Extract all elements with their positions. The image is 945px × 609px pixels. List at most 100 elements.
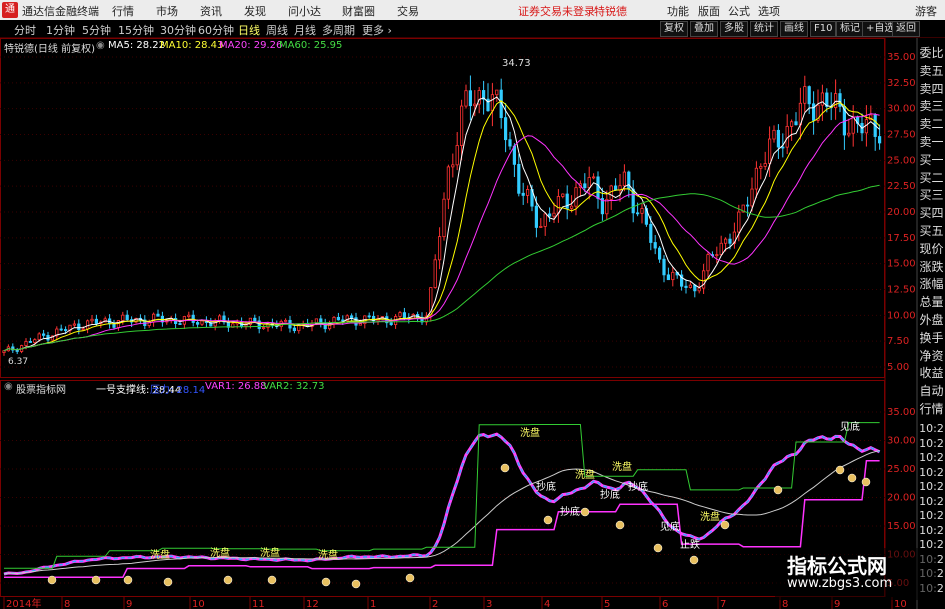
- candle-body: [534, 205, 539, 228]
- money-bag-icon: [861, 477, 871, 487]
- date-label: 4: [544, 599, 550, 609]
- money-bag-icon: [163, 577, 173, 587]
- side-label[interactable]: 收益: [918, 364, 945, 381]
- side-label[interactable]: 买三: [918, 186, 945, 203]
- main-y-tick: 5.00: [887, 362, 909, 373]
- signal-label: 洗盘: [150, 548, 170, 561]
- tick-time: 10:2: [919, 494, 944, 508]
- candle-body: [851, 116, 855, 134]
- candle-body: [596, 176, 600, 199]
- money-bag-icon: [47, 575, 57, 585]
- side-label[interactable]: 卖一: [918, 133, 945, 150]
- ind-y-tick: 30.00: [887, 436, 916, 447]
- kline-chart[interactable]: 35.0032.5030.0027.5025.0022.5020.0017.50…: [0, 0, 945, 609]
- main-y-tick: 25.00: [887, 155, 916, 166]
- money-bag-icon: [405, 573, 415, 583]
- main-y-tick: 10.00: [887, 310, 916, 321]
- money-bag-icon: [835, 465, 845, 475]
- side-label[interactable]: 换手: [918, 329, 945, 346]
- ind-y-tick: 35.00: [887, 407, 916, 418]
- main-y-tick: 7.50: [887, 336, 909, 347]
- candle-body: [349, 315, 354, 319]
- side-label[interactable]: 委比: [918, 44, 945, 61]
- signal-label: 洗盘: [612, 460, 632, 473]
- candle-body: [526, 189, 530, 196]
- candle-body: [341, 319, 345, 322]
- ma5-line: [3, 96, 880, 352]
- candle-body: [561, 193, 565, 197]
- candle-body: [697, 287, 701, 292]
- candle-body: [627, 171, 631, 190]
- candle-body: [261, 327, 266, 329]
- candle-body: [820, 92, 825, 106]
- money-bag-icon: [351, 579, 361, 589]
- side-label[interactable]: 总量: [918, 293, 945, 310]
- candle-body: [442, 198, 446, 238]
- side-label[interactable]: 涨跌: [918, 258, 945, 275]
- money-bag-icon: [653, 543, 663, 553]
- candle-body: [86, 320, 90, 330]
- candle-body: [574, 187, 578, 207]
- side-label[interactable]: 买二: [918, 169, 945, 186]
- candle-body: [521, 192, 525, 196]
- candle-body: [666, 274, 671, 281]
- main-y-tick: 17.50: [887, 233, 916, 244]
- main-y-tick: 27.50: [887, 130, 916, 141]
- candle-body: [737, 211, 741, 233]
- candle-body: [548, 213, 552, 217]
- date-label: 11: [252, 599, 265, 609]
- candle-body: [459, 105, 464, 146]
- candle-body: [649, 223, 653, 243]
- candle-body: [803, 86, 807, 104]
- side-label[interactable]: 涨幅: [918, 275, 945, 292]
- candle-body: [464, 90, 468, 107]
- side-label[interactable]: 现价: [918, 240, 945, 257]
- date-label: 8: [64, 599, 70, 609]
- candle-body: [570, 205, 574, 209]
- indicator-name: 股票指标网: [16, 385, 66, 396]
- candle-body: [592, 176, 596, 179]
- signal-label: 洗盘: [260, 546, 280, 559]
- money-bag-icon: [123, 575, 133, 585]
- side-label[interactable]: 卖四: [918, 80, 945, 97]
- candle-body: [754, 167, 759, 190]
- date-label: 5: [604, 599, 610, 609]
- circle-settings-icon[interactable]: ◉: [96, 40, 105, 51]
- side-label[interactable]: 外盘: [918, 311, 945, 328]
- pressure-value: 压力: 28.14: [150, 385, 206, 396]
- date-label: 1: [370, 599, 376, 609]
- ma60-line: [3, 184, 880, 352]
- candle-body: [336, 316, 341, 321]
- signal-label: 止跌: [680, 538, 700, 551]
- side-label[interactable]: 卖三: [918, 97, 945, 114]
- candle-body: [490, 94, 495, 112]
- main-y-tick: 35.00: [887, 52, 916, 63]
- side-label[interactable]: 净资: [918, 347, 945, 364]
- signal-label: 抄底: [560, 505, 580, 518]
- side-label[interactable]: 行情: [918, 400, 945, 417]
- candle-body: [746, 204, 750, 207]
- side-label[interactable]: 买四: [918, 204, 945, 221]
- watermark-url: www.zbgs3.com: [787, 576, 893, 591]
- candle-body: [539, 226, 543, 228]
- money-bag-icon: [773, 485, 783, 495]
- side-label[interactable]: 买五: [918, 222, 945, 239]
- main-y-tick: 22.50: [887, 181, 916, 192]
- signal-label: 洗盘: [318, 548, 338, 561]
- side-label[interactable]: 买一: [918, 151, 945, 168]
- tick-time: 10:2: [919, 422, 944, 435]
- candle-body: [776, 129, 781, 148]
- candle-body: [468, 90, 473, 107]
- candle-body: [503, 117, 508, 141]
- ma10-line: [3, 100, 880, 352]
- signal-label: 抄底: [628, 480, 648, 493]
- ma20-value: MA20: 29.26: [219, 40, 283, 51]
- candle-body: [688, 284, 693, 288]
- side-label[interactable]: 卖五: [918, 62, 945, 79]
- candle-body: [433, 259, 437, 288]
- candle-body: [847, 132, 851, 136]
- circle-settings-icon[interactable]: ◉: [4, 381, 13, 392]
- candle-body: [838, 93, 842, 107]
- side-label[interactable]: 自动: [918, 382, 945, 399]
- side-label[interactable]: 卖二: [918, 115, 945, 132]
